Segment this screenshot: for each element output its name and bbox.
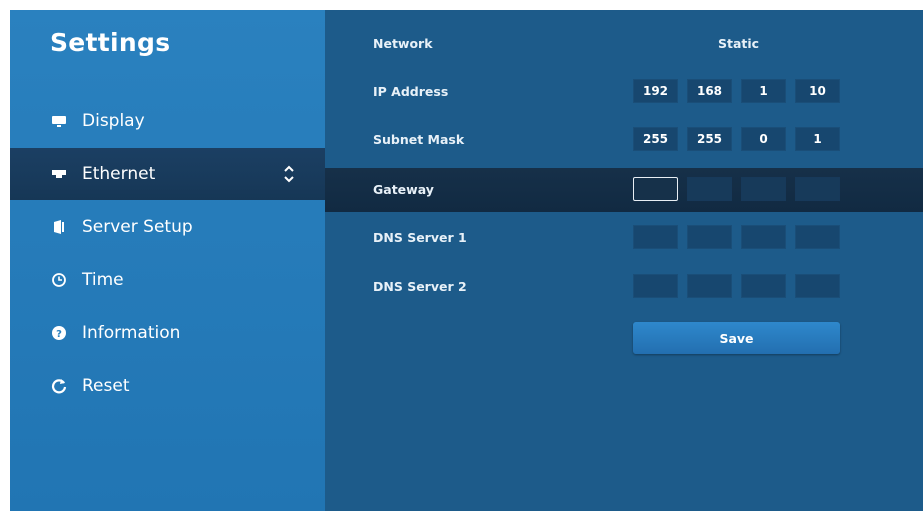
subnet-octet-4[interactable]: 1: [795, 127, 840, 151]
dns2-octet-4[interactable]: [795, 274, 840, 298]
dns2-octet-1[interactable]: [633, 274, 678, 298]
ethernet-settings-panel: Network Static IP Address 192 168 1 10 S…: [325, 10, 923, 511]
gateway-octet-4[interactable]: [795, 177, 840, 201]
subnet-octet-1[interactable]: 255: [633, 127, 678, 151]
dns1-octet-4[interactable]: [795, 225, 840, 249]
sidebar-item-time[interactable]: Time: [10, 254, 325, 306]
dns2-octet-2[interactable]: [687, 274, 732, 298]
question-circle-icon: ?: [50, 324, 68, 342]
gateway-octet-3[interactable]: [741, 177, 786, 201]
save-button[interactable]: Save: [633, 322, 840, 354]
dns2-octet-3[interactable]: [741, 274, 786, 298]
sidebar-item-label: Reset: [82, 376, 130, 396]
subnet-mask-label: Subnet Mask: [373, 132, 465, 147]
dns-server-1-row: DNS Server 1: [325, 216, 923, 260]
settings-window: Settings Display Ethernet Server Setup T…: [10, 10, 923, 511]
svg-text:?: ?: [56, 329, 62, 340]
sidebar-item-display[interactable]: Display: [10, 95, 325, 147]
gateway-row: Gateway: [325, 168, 923, 212]
monitor-icon: [50, 112, 68, 130]
clock-icon: [50, 271, 68, 289]
dns-server-2-label: DNS Server 2: [373, 279, 467, 294]
network-row[interactable]: Network Static: [325, 22, 923, 66]
sidebar-item-reset[interactable]: Reset: [10, 360, 325, 412]
sidebar-item-label: Ethernet: [82, 164, 156, 184]
reset-icon: [50, 377, 68, 395]
ip-octet-4[interactable]: 10: [795, 79, 840, 103]
sidebar-item-label: Display: [82, 111, 145, 131]
subnet-octet-3[interactable]: 0: [741, 127, 786, 151]
ip-address-row: IP Address 192 168 1 10: [325, 70, 923, 114]
network-label: Network: [373, 36, 433, 51]
ip-octet-1[interactable]: 192: [633, 79, 678, 103]
sidebar-item-label: Server Setup: [82, 217, 193, 237]
dns1-octet-3[interactable]: [741, 225, 786, 249]
ip-address-label: IP Address: [373, 84, 449, 99]
dns1-octet-2[interactable]: [687, 225, 732, 249]
chevron-up-down-icon[interactable]: [282, 162, 296, 186]
dns-server-2-row: DNS Server 2: [325, 265, 923, 309]
ip-octet-3[interactable]: 1: [741, 79, 786, 103]
sidebar-item-ethernet[interactable]: Ethernet: [10, 148, 325, 200]
sidebar-item-information[interactable]: ? Information: [10, 307, 325, 359]
dns-server-1-label: DNS Server 1: [373, 230, 467, 245]
gateway-octet-2[interactable]: [687, 177, 732, 201]
subnet-mask-row: Subnet Mask 255 255 0 1: [325, 118, 923, 162]
ethernet-icon: [50, 165, 68, 183]
subnet-octet-2[interactable]: 255: [687, 127, 732, 151]
gateway-octet-1[interactable]: [633, 177, 678, 201]
sidebar: Settings Display Ethernet Server Setup T…: [10, 10, 325, 511]
server-icon: [50, 218, 68, 236]
ip-octet-2[interactable]: 168: [687, 79, 732, 103]
dns1-octet-1[interactable]: [633, 225, 678, 249]
network-mode-value[interactable]: Static: [718, 36, 759, 51]
sidebar-title: Settings: [50, 28, 171, 57]
gateway-label: Gateway: [373, 182, 434, 197]
sidebar-item-label: Time: [82, 270, 124, 290]
sidebar-item-server-setup[interactable]: Server Setup: [10, 201, 325, 253]
sidebar-item-label: Information: [82, 323, 181, 343]
